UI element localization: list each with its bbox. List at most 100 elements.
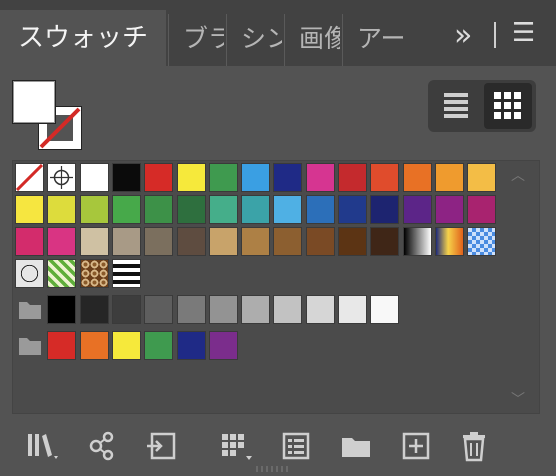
swatch-options-list-icon [282, 432, 310, 460]
color-swatch[interactable] [402, 195, 432, 224]
color-swatch[interactable] [144, 295, 174, 324]
color-swatch[interactable] [305, 163, 335, 192]
swatch-gradient-orange[interactable] [434, 227, 464, 256]
color-swatch[interactable] [338, 163, 367, 192]
color-swatch[interactable] [370, 295, 400, 324]
color-swatch[interactable] [370, 227, 400, 256]
color-swatch[interactable] [144, 331, 174, 360]
fill-stroke-indicator [12, 80, 84, 152]
tab-brushes[interactable]: ブラ [168, 14, 224, 66]
color-swatch[interactable] [208, 227, 238, 256]
color-swatch[interactable] [273, 227, 303, 256]
color-swatch[interactable] [47, 195, 77, 224]
color-swatch[interactable] [176, 195, 206, 224]
color-swatch[interactable] [111, 163, 141, 192]
list-view-icon [444, 93, 468, 118]
fill-swatch[interactable] [12, 80, 56, 124]
swatch-gradient-bw[interactable] [402, 227, 432, 256]
swatch-registration[interactable] [47, 163, 77, 192]
panel-tab-bar: スウォッチ ブラ シン 画像 アー » ☰ [0, 0, 556, 66]
tab-overflow-icon[interactable]: » [454, 18, 472, 53]
color-swatch[interactable] [370, 195, 400, 224]
color-swatch[interactable] [111, 227, 141, 256]
color-swatch[interactable] [176, 295, 206, 324]
swatch-libraries-button[interactable] [24, 428, 60, 464]
swatch-pattern-leaf[interactable] [47, 259, 77, 288]
color-group-icon [89, 431, 114, 461]
color-swatch[interactable] [208, 163, 238, 192]
swatch-pattern-stripes[interactable] [111, 259, 141, 288]
color-group-folder-icon[interactable] [16, 333, 44, 359]
color-swatch[interactable] [176, 227, 206, 256]
color-swatch[interactable] [79, 195, 109, 224]
color-swatch[interactable] [434, 163, 464, 192]
thumbnail-view-button[interactable] [484, 83, 532, 129]
color-swatch[interactable] [47, 331, 77, 360]
color-swatch[interactable] [467, 195, 497, 224]
color-swatch[interactable] [467, 163, 497, 192]
color-group-button[interactable] [86, 428, 122, 464]
delete-swatch-button[interactable] [456, 428, 492, 464]
swatch-pattern-dots[interactable] [15, 259, 44, 288]
new-swatch-icon [402, 432, 430, 460]
color-swatch[interactable] [338, 227, 367, 256]
color-swatch[interactable] [305, 227, 335, 256]
color-swatch[interactable] [79, 227, 109, 256]
color-swatch[interactable] [144, 227, 174, 256]
color-swatch[interactable] [241, 295, 271, 324]
color-swatch[interactable] [370, 163, 400, 192]
color-swatch[interactable] [434, 195, 464, 224]
scroll-up-icon[interactable]: ︿ [511, 165, 525, 185]
thumbnail-grid-icon [494, 92, 521, 119]
color-swatch[interactable] [79, 331, 109, 360]
color-swatch[interactable] [208, 331, 238, 360]
color-swatch[interactable] [111, 331, 141, 360]
color-swatch[interactable] [273, 163, 303, 192]
color-swatch[interactable] [241, 195, 271, 224]
tab-swatches[interactable]: スウォッチ [0, 10, 166, 66]
color-group-folder-icon[interactable] [16, 297, 44, 323]
swatch-kind-menu-button[interactable] [218, 428, 254, 464]
color-swatch[interactable] [79, 295, 109, 324]
swatch-libraries-icon [28, 434, 58, 459]
color-swatch[interactable] [241, 227, 271, 256]
swatch-pattern-floral[interactable] [79, 259, 109, 288]
color-swatch[interactable] [241, 163, 271, 192]
scroll-down-icon[interactable]: ﹀ [511, 389, 525, 409]
color-swatch[interactable] [273, 295, 303, 324]
color-swatch[interactable] [144, 163, 174, 192]
resize-grip-icon[interactable] [254, 466, 294, 472]
tab-artboards[interactable]: アー [342, 14, 404, 66]
tab-image-trace[interactable]: 画像 [284, 14, 340, 66]
list-view-button[interactable] [432, 83, 480, 129]
new-color-group-button[interactable] [338, 428, 374, 464]
color-swatch[interactable] [208, 295, 238, 324]
color-swatch[interactable] [402, 163, 432, 192]
color-swatch[interactable] [273, 195, 303, 224]
swatch-none[interactable] [15, 163, 44, 192]
color-swatch[interactable] [15, 227, 44, 256]
color-swatch[interactable] [305, 195, 335, 224]
color-swatch[interactable] [176, 163, 206, 192]
view-toggle [428, 80, 536, 132]
new-color-group-icon [342, 438, 370, 457]
color-swatch[interactable] [176, 331, 206, 360]
new-swatch-button[interactable] [398, 428, 434, 464]
tab-symbols[interactable]: シン [226, 14, 282, 66]
color-swatch[interactable] [144, 195, 174, 224]
color-swatch[interactable] [15, 195, 44, 224]
color-swatch[interactable] [47, 295, 77, 324]
panel-menu-icon[interactable]: ☰ [512, 18, 535, 48]
swatch-options-button[interactable] [278, 428, 314, 464]
color-swatch[interactable] [79, 163, 109, 192]
color-swatch[interactable] [338, 295, 367, 324]
color-swatch[interactable] [338, 195, 367, 224]
place-swatch-button[interactable] [144, 428, 180, 464]
color-swatch[interactable] [111, 295, 141, 324]
tab-divider [494, 22, 496, 48]
swatch-gradient-blue[interactable] [467, 227, 497, 256]
color-swatch[interactable] [305, 295, 335, 324]
color-swatch[interactable] [111, 195, 141, 224]
color-swatch[interactable] [47, 227, 77, 256]
color-swatch[interactable] [208, 195, 238, 224]
